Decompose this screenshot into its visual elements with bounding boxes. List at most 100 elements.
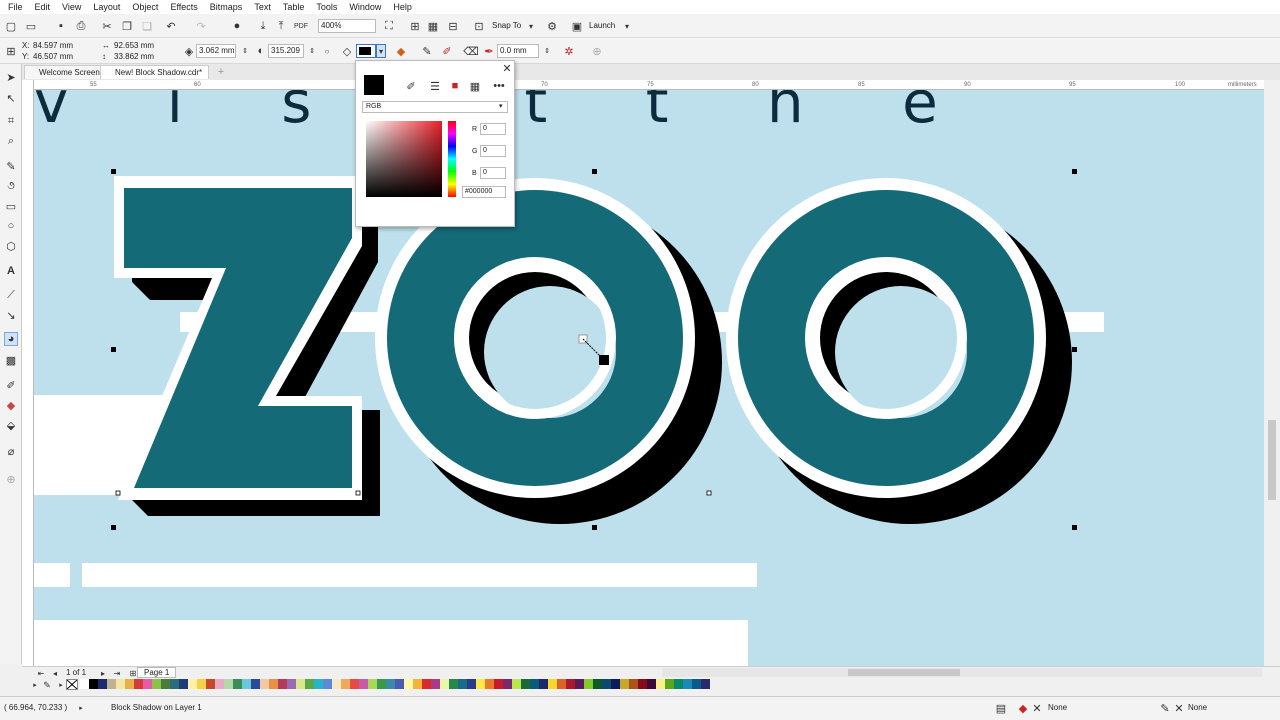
menu-tools[interactable]: Tools bbox=[316, 2, 337, 12]
palette-swatch[interactable] bbox=[521, 679, 530, 689]
palette-swatch[interactable] bbox=[638, 679, 647, 689]
menu-edit[interactable]: Edit bbox=[35, 2, 51, 12]
snap-to-dropdown[interactable]: Snap To bbox=[492, 21, 521, 31]
tab-welcome-screen[interactable]: Welcome Screen bbox=[24, 65, 107, 79]
add-tool-icon[interactable]: ⊕ bbox=[4, 472, 18, 486]
palette-swatch[interactable] bbox=[332, 679, 341, 689]
fill-bucket-icon[interactable]: ◆ bbox=[394, 44, 408, 58]
color-field[interactable] bbox=[366, 121, 442, 197]
palette-swatch[interactable] bbox=[575, 679, 584, 689]
palette-swatch[interactable] bbox=[269, 679, 278, 689]
chevron-down-icon[interactable]: ▾ bbox=[376, 44, 386, 58]
hex-field[interactable]: #000000 bbox=[462, 186, 506, 198]
palette-swatch[interactable] bbox=[665, 679, 674, 689]
palette-swatch[interactable] bbox=[179, 679, 188, 689]
eyedropper-icon[interactable]: ✐ bbox=[404, 79, 418, 93]
tab-block-shadow[interactable]: New! Block Shadow.cdr* bbox=[100, 65, 210, 79]
spinner-icon[interactable]: ⇕ bbox=[238, 44, 252, 58]
color-viewers-icon[interactable]: ■ bbox=[448, 79, 462, 93]
no-color-swatch[interactable] bbox=[66, 679, 78, 690]
x-position-field[interactable]: 84.597 mm bbox=[33, 41, 73, 51]
palette-swatch[interactable] bbox=[170, 679, 179, 689]
freehand-tool-icon[interactable]: ✎ bbox=[4, 159, 18, 173]
close-icon[interactable]: ✕ bbox=[500, 61, 514, 75]
menu-help[interactable]: Help bbox=[393, 2, 412, 12]
palette-swatch[interactable] bbox=[206, 679, 215, 689]
palette-swatch[interactable] bbox=[188, 679, 197, 689]
menu-layout[interactable]: Layout bbox=[93, 2, 120, 12]
palette-swatch[interactable] bbox=[566, 679, 575, 689]
document-color-icon[interactable]: ▤ bbox=[994, 701, 1008, 715]
palette-swatch[interactable] bbox=[224, 679, 233, 689]
zoom-level-field[interactable]: 400% bbox=[318, 19, 376, 33]
horizontal-ruler[interactable]: 55 60 65 70 75 80 85 90 95 100 millimete… bbox=[34, 80, 1264, 90]
palette-swatch[interactable] bbox=[260, 679, 269, 689]
pen-icon[interactable]: ✎ bbox=[420, 44, 434, 58]
palette-swatch[interactable] bbox=[413, 679, 422, 689]
palette-swatch[interactable] bbox=[449, 679, 458, 689]
palette-swatch[interactable] bbox=[305, 679, 314, 689]
shadow-offset-field[interactable]: 3.062 mm bbox=[196, 44, 236, 58]
palette-swatch[interactable] bbox=[674, 679, 683, 689]
outline-pen-icon[interactable]: ✒ bbox=[482, 44, 496, 58]
search-content-icon[interactable]: ● bbox=[230, 19, 244, 33]
zoom-tool-icon[interactable]: ⌕ bbox=[4, 134, 18, 148]
export-icon[interactable]: ⤒ bbox=[274, 19, 288, 33]
palette-swatch[interactable] bbox=[368, 679, 377, 689]
copy-properties-icon[interactable]: ✲ bbox=[562, 44, 576, 58]
full-screen-icon[interactable]: ⛶ bbox=[382, 19, 396, 33]
palette-swatch[interactable] bbox=[503, 679, 512, 689]
show-rulers-icon[interactable]: ⊞ bbox=[408, 19, 422, 33]
open-folder-icon[interactable]: ▭ bbox=[24, 19, 38, 33]
height-field[interactable]: 33.862 mm bbox=[114, 52, 154, 62]
palette-swatch[interactable] bbox=[251, 679, 260, 689]
parallel-dimension-icon[interactable]: ⟋ bbox=[4, 288, 18, 302]
menu-window[interactable]: Window bbox=[349, 2, 381, 12]
vertical-scrollbar[interactable] bbox=[1264, 80, 1280, 666]
chevron-down-icon[interactable]: ▾ bbox=[620, 19, 634, 33]
menu-text[interactable]: Text bbox=[254, 2, 271, 12]
snap-to-icon[interactable]: ⊡ bbox=[472, 19, 486, 33]
menu-effects[interactable]: Effects bbox=[170, 2, 197, 12]
palette-swatch[interactable] bbox=[593, 679, 602, 689]
y-position-field[interactable]: 46.507 mm bbox=[33, 52, 73, 62]
width-field[interactable]: 92.653 mm bbox=[114, 41, 154, 51]
outline-tool-icon[interactable]: ⌀ bbox=[4, 444, 18, 458]
vertical-ruler[interactable] bbox=[22, 80, 34, 666]
drawing-canvas[interactable]: v i s i t t h e bbox=[34, 90, 1264, 666]
spinner-icon[interactable]: ⇕ bbox=[540, 44, 554, 58]
palette-swatch[interactable] bbox=[359, 679, 368, 689]
palette-swatch[interactable] bbox=[602, 679, 611, 689]
connector-tool-icon[interactable]: ↘ bbox=[4, 308, 18, 322]
menu-table[interactable]: Table bbox=[283, 2, 305, 12]
palette-swatch[interactable] bbox=[458, 679, 467, 689]
copy-icon[interactable]: ❐ bbox=[120, 19, 134, 33]
palette-swatch[interactable] bbox=[620, 679, 629, 689]
palette-swatch[interactable] bbox=[539, 679, 548, 689]
palette-swatch[interactable] bbox=[422, 679, 431, 689]
palette-swatch[interactable] bbox=[134, 679, 143, 689]
palette-swatch[interactable] bbox=[80, 679, 89, 689]
shadow-angle-field[interactable]: 315.209 bbox=[268, 44, 304, 58]
smart-fill-icon[interactable]: ⬙ bbox=[4, 418, 18, 432]
shadow-color-picker[interactable] bbox=[356, 44, 376, 58]
add-tab-icon[interactable]: + bbox=[214, 65, 228, 79]
color-model-select[interactable]: RGB ▾ bbox=[362, 101, 508, 113]
play-icon[interactable]: ▸ bbox=[74, 701, 88, 715]
add-icon[interactable]: ⊕ bbox=[590, 44, 604, 58]
palette-swatch[interactable] bbox=[512, 679, 521, 689]
palette-swatch[interactable] bbox=[287, 679, 296, 689]
palette-swatch[interactable] bbox=[701, 679, 710, 689]
palette-swatch[interactable] bbox=[467, 679, 476, 689]
palette-swatch[interactable] bbox=[548, 679, 557, 689]
palette-swatch[interactable] bbox=[440, 679, 449, 689]
shape-tool-icon[interactable]: ↖ bbox=[4, 91, 18, 105]
palette-swatch[interactable] bbox=[584, 679, 593, 689]
page-tab[interactable]: Page 1 bbox=[137, 667, 177, 678]
transparency-tool-icon[interactable]: ▩ bbox=[4, 353, 18, 367]
palette-swatch[interactable] bbox=[395, 679, 404, 689]
launch-dropdown[interactable]: Launch bbox=[589, 21, 615, 31]
menu-bitmaps[interactable]: Bitmaps bbox=[210, 2, 243, 12]
palette-swatch[interactable] bbox=[386, 679, 395, 689]
palette-swatch[interactable] bbox=[296, 679, 305, 689]
